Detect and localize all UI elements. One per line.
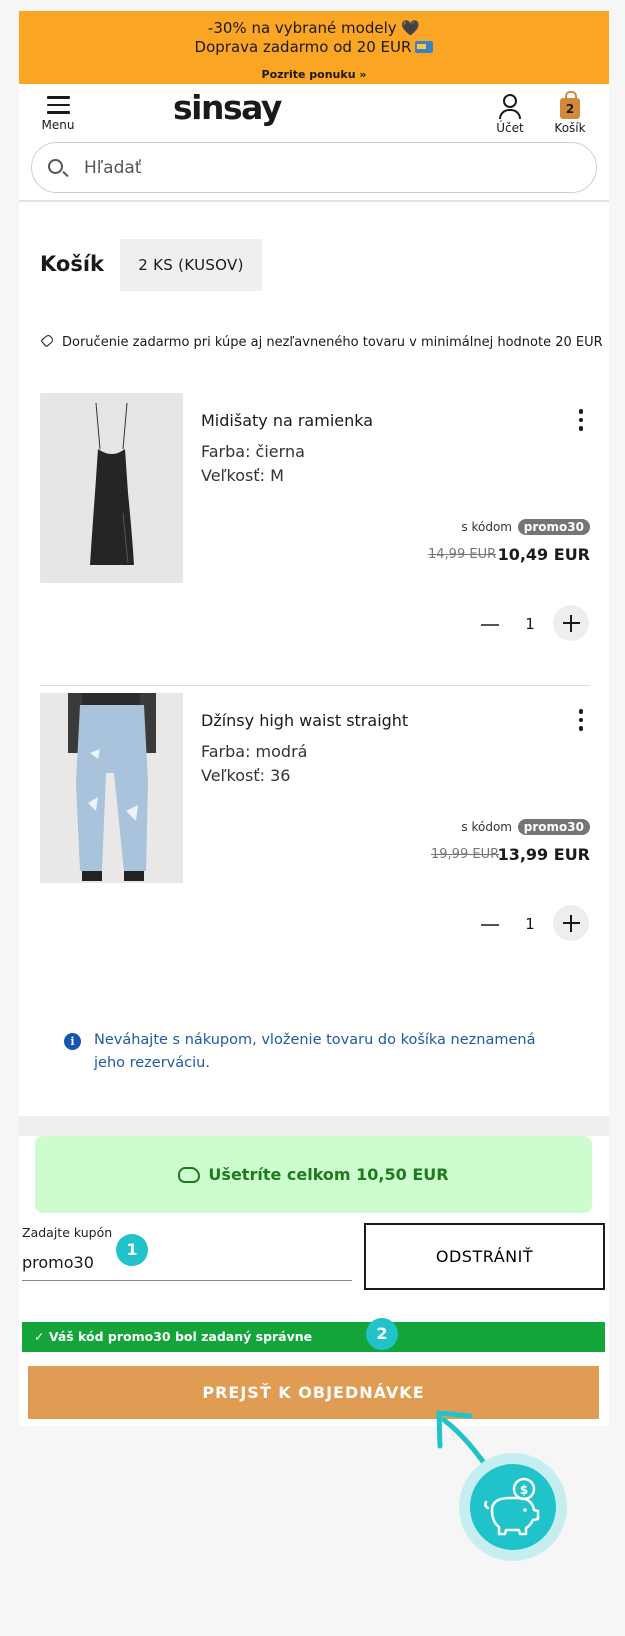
menu-label: Menu [41, 117, 75, 132]
reservation-notice-text: Neváhajte s nákupom, vloženie tovaru do … [94, 1032, 536, 1071]
promo-code-label: s kódom promo30 [461, 819, 590, 835]
savings-text: Ušetríte celkom 10,50 EUR [208, 1165, 449, 1184]
item-count-badge: 2 KS (KUSOV) [120, 239, 262, 291]
info-icon: i [64, 1033, 81, 1050]
svg-text:$: $ [520, 1483, 528, 1497]
increase-quantity-button[interactable] [553, 905, 589, 941]
piggy-bank-icon [178, 1167, 201, 1183]
cart-section: Košík 2 KS (KUSOV) Doručenie zadarmo pri… [19, 202, 609, 975]
user-icon [493, 94, 527, 119]
cart-item: Džínsy high waist straight Farba: modrá … [40, 693, 590, 941]
piggy-bank-coin-icon: $ [484, 1477, 540, 1536]
divider [40, 685, 590, 686]
truck-icon [415, 41, 434, 53]
account-button[interactable]: Účet [493, 94, 527, 135]
savings-widget-button[interactable]: $ [470, 1464, 556, 1550]
account-label: Účet [496, 121, 524, 135]
increase-quantity-button[interactable] [553, 605, 589, 641]
cart-button[interactable]: 2 Košík [551, 91, 589, 135]
product-color: Farba: čierna [201, 442, 305, 461]
hamburger-icon [41, 96, 75, 114]
order-summary: Ušetríte celkom 10,50 EUR Zadajte kupón … [19, 1136, 609, 1426]
step-badge-1: 1 [116, 1234, 148, 1266]
old-price: 14,99 EUR [428, 547, 497, 562]
free-delivery-text: Doručenie zadarmo pri kúpe aj nezľavnené… [62, 335, 603, 350]
reservation-notice: i Neváhajte s nákupom, vloženie tovaru d… [64, 1029, 554, 1075]
logo[interactable]: sinsay [173, 88, 282, 127]
promo-code-label: s kódom promo30 [461, 519, 590, 535]
page-title: Košík [40, 252, 104, 276]
tag-icon [40, 333, 55, 348]
shopping-bag-icon: 2 [560, 91, 580, 119]
step-badge-2: 2 [366, 1318, 398, 1350]
promo-line-2: Doprava zadarmo od 20 EUR [19, 38, 609, 57]
coupon-input[interactable] [22, 1244, 352, 1281]
old-price: 19,99 EUR [431, 847, 500, 862]
site-header: Menu sinsay Účet 2 Košík [19, 84, 609, 202]
promo-code-pill: promo30 [517, 819, 590, 835]
savings-banner: Ušetríte celkom 10,50 EUR [35, 1136, 592, 1213]
product-color: Farba: modrá [201, 742, 308, 761]
product-image[interactable] [40, 393, 183, 583]
more-options-icon[interactable] [576, 409, 586, 435]
quantity-value: 1 [525, 915, 535, 933]
search-bar[interactable] [31, 142, 597, 193]
cart-item: Midišaty na ramienka Farba: čierna Veľko… [40, 393, 590, 641]
search-icon [48, 159, 63, 174]
checkout-button[interactable]: PREJSŤ K OBJEDNÁVKE [28, 1366, 599, 1419]
section-divider [19, 1116, 609, 1136]
new-price: 13,99 EUR [497, 845, 590, 864]
product-size: Veľkosť: 36 [201, 766, 291, 785]
free-delivery-notice: Doručenie zadarmo pri kúpe aj nezľavnené… [40, 332, 610, 353]
product-image[interactable] [40, 693, 183, 883]
info-section: i Neváhajte s nákupom, vloženie tovaru d… [19, 975, 609, 1116]
cart-label: Košík [554, 121, 586, 135]
promo-code-pill: promo30 [517, 519, 590, 535]
promo-link[interactable]: Pozrite ponuku » [19, 68, 609, 81]
promo-line-1: -30% na vybrané modely 🖤 [207, 19, 421, 37]
decrease-quantity-button[interactable] [481, 924, 499, 926]
product-name[interactable]: Midišaty na ramienka [201, 411, 373, 430]
menu-button[interactable]: Menu [41, 96, 75, 132]
promo-banner[interactable]: -30% na vybrané modely 🖤 Doprava zadarmo… [19, 11, 609, 84]
search-input[interactable] [84, 155, 564, 181]
product-size: Veľkosť: M [201, 466, 284, 485]
coupon-label: Zadajte kupón [22, 1225, 113, 1240]
remove-coupon-button[interactable]: ODSTRÁNIŤ [364, 1223, 605, 1290]
product-name[interactable]: Džínsy high waist straight [201, 711, 408, 730]
quantity-value: 1 [525, 615, 535, 633]
more-options-icon[interactable] [576, 709, 586, 735]
coupon-success-message: ✓ Váš kód promo30 bol zadaný správne [22, 1322, 605, 1352]
new-price: 10,49 EUR [497, 545, 590, 564]
decrease-quantity-button[interactable] [481, 624, 499, 626]
